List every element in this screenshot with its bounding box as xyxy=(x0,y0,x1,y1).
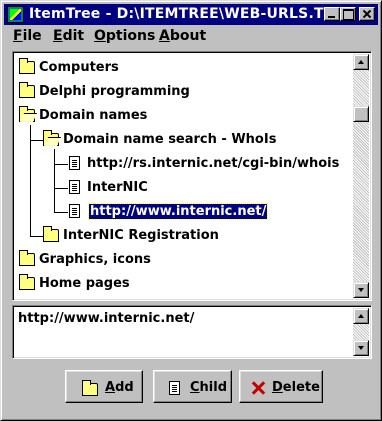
document-icon xyxy=(69,156,80,170)
tree-connector-line xyxy=(54,188,68,189)
minimize-button[interactable] xyxy=(324,7,340,21)
folder-open-icon xyxy=(43,130,59,146)
memo-text: http://www.internic.net/ xyxy=(18,311,195,326)
scroll-down-button[interactable] xyxy=(353,282,369,298)
tree-node-label: Computers xyxy=(39,60,119,75)
tree-node-label: Home pages xyxy=(39,276,130,291)
folder-icon xyxy=(82,380,98,396)
document-icon xyxy=(169,381,180,395)
scroll-up-button[interactable] xyxy=(353,54,369,70)
close-button[interactable] xyxy=(359,7,375,21)
scroll-thumb[interactable] xyxy=(353,106,369,122)
tree-connector-line xyxy=(30,140,44,141)
tree-connector-line xyxy=(54,164,68,165)
memo-vertical-scrollbar[interactable] xyxy=(353,308,369,356)
tree-vertical-scrollbar[interactable] xyxy=(353,54,369,298)
tree-node-label: http://rs.internic.net/cgi-bin/whois xyxy=(87,156,340,171)
menu-bar: File Edit Options About xyxy=(4,27,378,47)
folder-closed-icon xyxy=(19,58,35,74)
window-title: ItemTree - D:\ITEMTREE\WEB-URLS.TRE xyxy=(29,6,345,22)
tree-connector-line xyxy=(54,212,68,213)
add-button[interactable]: Add xyxy=(65,370,143,403)
child-button[interactable]: Child xyxy=(153,370,232,403)
item-tree-view[interactable]: Computers Delphi programming Domain name… xyxy=(12,51,372,301)
folder-open-icon xyxy=(19,106,35,122)
delete-button-label: Delete xyxy=(272,380,320,395)
menu-about[interactable]: About xyxy=(159,28,206,44)
add-button-label: Add xyxy=(105,380,134,395)
tree-connector-line xyxy=(30,125,31,237)
menu-edit[interactable]: Edit xyxy=(53,28,84,44)
item-text-memo[interactable]: http://www.internic.net/ xyxy=(12,305,372,359)
maximize-button[interactable] xyxy=(340,7,356,21)
folder-closed-icon xyxy=(19,274,35,290)
document-icon xyxy=(69,204,80,218)
tree-connector-line xyxy=(54,149,55,213)
tree-connector-line xyxy=(30,236,44,237)
title-bar[interactable]: ItemTree - D:\ITEMTREE\WEB-URLS.TRE xyxy=(4,4,378,25)
tree-node-label: Graphics, icons xyxy=(39,252,151,267)
tree-node-label: Domain names xyxy=(39,108,148,123)
tree-node-label: http://www.internic.net/ xyxy=(87,203,269,220)
folder-closed-icon xyxy=(19,82,35,98)
menu-file[interactable]: File xyxy=(13,28,42,44)
tree-node-label: InterNIC Registration xyxy=(63,228,219,243)
scroll-up-button[interactable] xyxy=(353,308,369,324)
scroll-down-button[interactable] xyxy=(353,340,369,356)
folder-closed-icon xyxy=(19,250,35,266)
document-icon xyxy=(69,180,80,194)
menu-options[interactable]: Options xyxy=(94,28,155,44)
folder-closed-icon xyxy=(43,226,59,242)
delete-x-icon xyxy=(251,381,267,395)
tree-node-label: Domain name search - WhoIs xyxy=(63,132,277,147)
tree-node-label: InterNIC xyxy=(87,180,148,195)
delete-button[interactable]: Delete xyxy=(239,370,323,403)
main-window: ItemTree - D:\ITEMTREE\WEB-URLS.TRE File… xyxy=(0,0,382,421)
child-button-label: Child xyxy=(190,380,228,395)
tree-node-label: Delphi programming xyxy=(39,84,190,99)
app-icon[interactable] xyxy=(7,6,24,23)
